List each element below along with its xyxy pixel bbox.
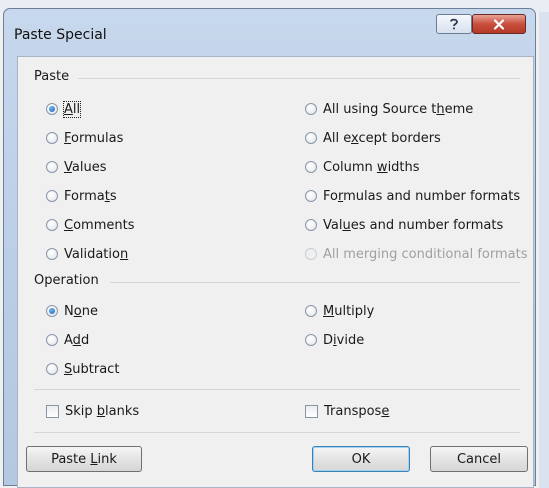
radio-all-using-source-theme[interactable] (305, 103, 317, 115)
paste-option-formats-label: Formats (64, 188, 117, 204)
radio-divide[interactable] (305, 334, 317, 346)
operation-option-subtract[interactable]: Subtract (46, 360, 119, 378)
radio-none[interactable] (46, 305, 58, 317)
cancel-button[interactable]: Cancel (430, 446, 528, 472)
paste-option-column-widths-label: Column widths (323, 159, 420, 175)
skip-blanks-checkbox-row[interactable]: Skip blanks (46, 402, 139, 420)
dialog-client-area: Paste All Formulas Values Formats Commen… (17, 56, 534, 488)
paste-option-all-merging-conditional-formats-label: All merging conditional formats (323, 246, 528, 262)
background-window-edge (539, 12, 549, 488)
close-button[interactable] (472, 14, 526, 34)
paste-option-all-except-borders-label: All except borders (323, 130, 441, 146)
paste-option-all-label: All (62, 100, 82, 118)
paste-link-button[interactable]: Paste Link (26, 446, 142, 472)
radio-all-except-borders[interactable] (305, 132, 317, 144)
paste-option-formats[interactable]: Formats (46, 187, 117, 205)
paste-option-values-and-number-formats[interactable]: Values and number formats (305, 216, 503, 234)
operation-option-none-label: None (64, 303, 98, 319)
operation-option-divide-label: Divide (323, 332, 365, 348)
radio-values-and-number-formats[interactable] (305, 219, 317, 231)
paste-option-formulas[interactable]: Formulas (46, 129, 123, 147)
paste-option-comments[interactable]: Comments (46, 216, 134, 234)
transpose-label: Transpose (324, 403, 390, 419)
radio-validation[interactable] (46, 248, 58, 260)
paste-option-formulas-and-number-formats[interactable]: Formulas and number formats (305, 187, 520, 205)
radio-comments[interactable] (46, 219, 58, 231)
operation-option-multiply-label: Multiply (323, 303, 375, 319)
close-icon (493, 18, 505, 30)
help-button[interactable] (436, 14, 472, 34)
operation-option-multiply[interactable]: Multiply (305, 302, 374, 320)
radio-formulas-and-number-formats[interactable] (305, 190, 317, 202)
paste-option-values[interactable]: Values (46, 158, 106, 176)
paste-option-formulas-label: Formulas (64, 130, 124, 146)
question-mark-icon (450, 18, 458, 30)
paste-option-all-except-borders[interactable]: All except borders (305, 129, 441, 147)
paste-option-values-label: Values (64, 159, 107, 175)
operation-option-subtract-label: Subtract (64, 361, 120, 377)
paste-option-all[interactable]: All (46, 100, 82, 118)
paste-option-column-widths[interactable]: Column widths (305, 158, 420, 176)
dialog-title: Paste Special (14, 27, 107, 43)
radio-all-merging-conditional-formats (305, 248, 317, 260)
radio-formulas[interactable] (46, 132, 58, 144)
radio-multiply[interactable] (305, 305, 317, 317)
radio-values[interactable] (46, 161, 58, 173)
operation-option-add[interactable]: Add (46, 331, 89, 349)
radio-column-widths[interactable] (305, 161, 317, 173)
paste-link-button-label: Paste Link (51, 451, 117, 467)
radio-add[interactable] (46, 334, 58, 346)
radio-subtract[interactable] (46, 363, 58, 375)
paste-option-comments-label: Comments (64, 217, 135, 233)
operation-option-divide[interactable]: Divide (305, 331, 364, 349)
operation-option-add-label: Add (64, 332, 90, 348)
operation-group-line (110, 282, 520, 283)
operation-option-none[interactable]: None (46, 302, 98, 320)
skip-blanks-checkbox[interactable] (46, 404, 59, 418)
radio-formats[interactable] (46, 190, 58, 202)
paste-option-values-and-number-formats-label: Values and number formats (323, 217, 504, 233)
paste-special-dialog: Paste Special Paste All Formulas Values … (3, 8, 536, 488)
paste-option-all-using-source-theme[interactable]: All using Source theme (305, 100, 473, 118)
skip-blanks-label: Skip blanks (65, 403, 140, 419)
paste-option-validation[interactable]: Validation (46, 245, 128, 263)
paste-group-line (78, 78, 520, 79)
paste-option-all-using-source-theme-label: All using Source theme (323, 101, 474, 117)
separator-line-bottom (34, 432, 520, 433)
radio-all[interactable] (46, 103, 58, 115)
paste-option-all-merging-conditional-formats: All merging conditional formats (305, 245, 527, 263)
ok-button[interactable]: OK (312, 446, 410, 472)
paste-group-label: Paste (34, 69, 76, 84)
transpose-checkbox[interactable] (305, 404, 318, 418)
paste-option-formulas-and-number-formats-label: Formulas and number formats (323, 188, 521, 204)
transpose-checkbox-row[interactable]: Transpose (305, 402, 389, 420)
separator-line (34, 389, 520, 390)
paste-option-validation-label: Validation (64, 246, 129, 262)
operation-group-label: Operation (34, 273, 105, 288)
